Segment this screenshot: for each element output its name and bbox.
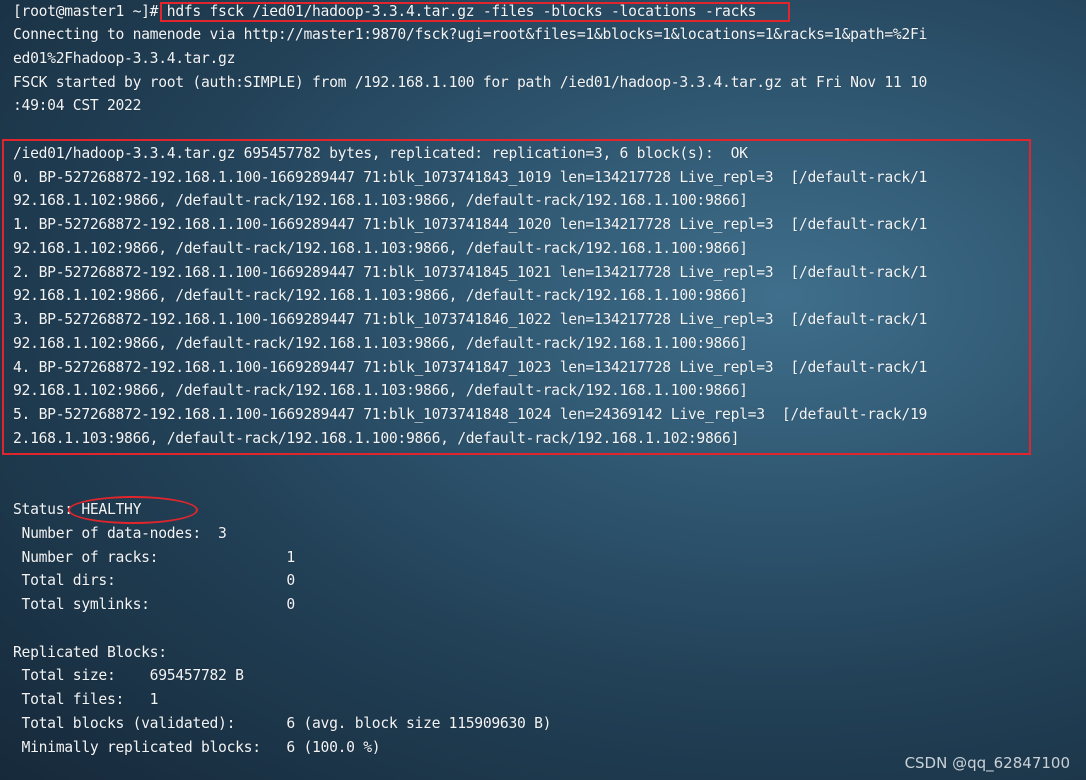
replicated-total-files: Total files: 1 bbox=[13, 691, 159, 708]
block-1-line-2: 92.168.1.102:9866, /default-rack/192.168… bbox=[13, 240, 748, 257]
stat-data-nodes: Number of data-nodes: 3 bbox=[13, 525, 227, 542]
block-2-line-2: 92.168.1.102:9866, /default-rack/192.168… bbox=[13, 287, 748, 304]
status-label: Status: bbox=[13, 501, 82, 518]
stat-dirs: Total dirs: 0 bbox=[13, 572, 296, 589]
block-3-line-2: 92.168.1.102:9866, /default-rack/192.168… bbox=[13, 335, 748, 352]
block-4-line-2: 92.168.1.102:9866, /default-rack/192.168… bbox=[13, 382, 748, 399]
status-line: Status: HEALTHY bbox=[13, 498, 141, 522]
connecting-line-1: Connecting to namenode via http://master… bbox=[13, 26, 928, 43]
fsck-command: hdfs fsck /ied01/hadoop-3.3.4.tar.gz -fi… bbox=[166, 3, 757, 20]
block-0-line-2: 92.168.1.102:9866, /default-rack/192.168… bbox=[13, 192, 748, 209]
command-line: [root@master1 ~]# hdfs fsck /ied01/hadoo… bbox=[13, 0, 757, 24]
block-5-line-1: 5. BP-527268872-192.168.1.100-1669289447… bbox=[13, 406, 928, 423]
block-1-line-1: 1. BP-527268872-192.168.1.100-1669289447… bbox=[13, 216, 928, 233]
status-value: HEALTHY bbox=[81, 501, 142, 518]
replicated-total-size: Total size: 695457782 B bbox=[13, 667, 244, 684]
block-3-line-1: 3. BP-527268872-192.168.1.100-1669289447… bbox=[13, 311, 928, 328]
watermark: CSDN @qq_62847100 bbox=[904, 754, 1070, 772]
block-5-line-2: 2.168.1.103:9866, /default-rack/192.168.… bbox=[13, 430, 740, 447]
block-0-line-1: 0. BP-527268872-192.168.1.100-1669289447… bbox=[13, 169, 928, 186]
block-4-line-1: 4. BP-527268872-192.168.1.100-1669289447… bbox=[13, 359, 928, 376]
replicated-min-blocks: Minimally replicated blocks: 6 (100.0 %) bbox=[13, 739, 381, 756]
file-summary-line: /ied01/hadoop-3.3.4.tar.gz 695457782 byt… bbox=[13, 145, 748, 162]
terminal-window[interactable]: [root@master1 ~]# hdfs fsck /ied01/hadoo… bbox=[0, 0, 1086, 780]
replicated-total-blocks: Total blocks (validated): 6 (avg. block … bbox=[13, 715, 552, 732]
connecting-line-2: ed01%2Fhadoop-3.3.4.tar.gz bbox=[13, 50, 236, 67]
fsck-started-line-2: :49:04 CST 2022 bbox=[13, 97, 142, 114]
stat-symlinks: Total symlinks: 0 bbox=[13, 596, 296, 613]
fsck-started-line-1: FSCK started by root (auth:SIMPLE) from … bbox=[13, 74, 928, 91]
stat-racks: Number of racks: 1 bbox=[13, 549, 296, 566]
shell-prompt: [root@master1 ~]# bbox=[13, 3, 167, 20]
block-2-line-1: 2. BP-527268872-192.168.1.100-1669289447… bbox=[13, 264, 928, 281]
replicated-blocks-header: Replicated Blocks: bbox=[13, 644, 167, 661]
